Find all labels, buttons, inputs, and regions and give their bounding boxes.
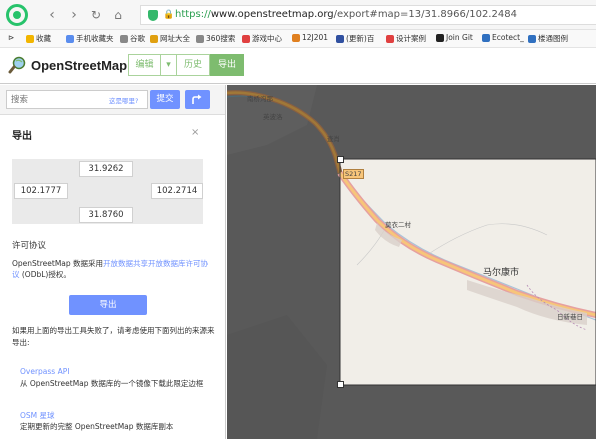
search-bar: 这是哪里? 提交 <box>0 85 225 115</box>
bookmark-label: Join Git <box>446 33 473 42</box>
sidebar: 这是哪里? 提交 导出 × 31.9262 102.1777 102.2714 … <box>0 85 226 439</box>
bookmarks-bar: ⊳ 收藏 手机收藏夹 谷歌 网址大全 360搜索 游戏中心 12J201 (更新)百 设计案例 J… <box>0 30 596 48</box>
globe-icon <box>150 34 158 43</box>
bookmark-item[interactable]: 收藏 <box>26 33 51 44</box>
bookmark-item[interactable]: (更新)百 <box>336 33 374 44</box>
map-town-label: 马尔康市 <box>483 268 520 278</box>
export-button[interactable]: 导出 <box>69 295 147 315</box>
bookmark-label: (更新)百 <box>346 34 375 43</box>
map-canvas <box>227 85 596 439</box>
browser-logo-icon[interactable] <box>6 4 28 26</box>
url-text[interactable]: https://www.openstreetmap.org/export#map… <box>175 9 517 20</box>
osm-planet-link[interactable]: OSM 星球 <box>20 410 55 421</box>
map-view[interactable]: 南桥沟那 英波洛 查肖 S217 莫衣二村 马尔康市 日新巷日 <box>227 85 596 439</box>
tab-export[interactable]: 导出 <box>210 54 244 76</box>
osm-magnifier-logo-icon[interactable] <box>8 56 26 74</box>
bookmark-item[interactable]: 设计案例 <box>386 33 426 44</box>
license-heading: 许可协议 <box>12 241 47 251</box>
phone-icon <box>66 34 74 43</box>
overpass-api-link[interactable]: Overpass API <box>20 367 69 376</box>
page-icon <box>292 33 300 42</box>
home-icon[interactable]: ⌂ <box>110 7 126 23</box>
west-coordinate-input[interactable]: 102.1777 <box>14 183 68 199</box>
north-coordinate-input[interactable]: 31.9262 <box>79 161 133 177</box>
selection-corner-handle[interactable] <box>337 156 344 163</box>
edit-dropdown-chevron-icon[interactable]: ▾ <box>161 54 177 76</box>
reload-icon[interactable]: ↻ <box>88 7 104 23</box>
bookmark-item[interactable]: 360搜索 <box>196 33 235 44</box>
close-icon[interactable]: × <box>191 127 199 138</box>
bookmark-item[interactable]: Ecotect_ <box>482 33 524 42</box>
bookmark-item[interactable]: Join Git <box>436 33 473 42</box>
game-icon <box>242 34 250 43</box>
bookmarks-toggle-icon[interactable]: ⊳ <box>8 33 14 42</box>
osm-planet-description: 定期更新的完整 OpenStreetMap 数据库副本 <box>20 422 174 431</box>
star-icon <box>26 34 34 43</box>
forward-icon[interactable]: › <box>66 7 82 23</box>
bookmark-item[interactable]: 楼通图例 <box>528 33 568 44</box>
bookmark-label: Ecotect_ <box>492 33 524 42</box>
map-place-label: 查肖 <box>327 135 340 143</box>
bookmark-label: 楼通图例 <box>538 34 568 43</box>
site-title[interactable]: OpenStreetMap <box>31 58 127 73</box>
bounding-box-inputs: 31.9262 102.1777 102.2714 31.8760 <box>12 159 203 224</box>
fallback-sources-text: 如果用上面的导出工具失败了，请考虑使用下面列出的来源来导出: <box>12 326 215 347</box>
page-icon <box>196 34 204 43</box>
shield-icon <box>148 10 158 21</box>
selection-corner-handle[interactable] <box>337 381 344 388</box>
gear-icon <box>482 33 490 42</box>
overpass-api-description: 从 OpenStreetMap 数据库的一个镜像下载此限定边框 <box>20 379 204 388</box>
site-header: OpenStreetMap 编辑 ▾ 历史 导出 <box>0 48 596 84</box>
github-icon <box>436 33 444 42</box>
bookmark-label: 设计案例 <box>396 34 426 43</box>
map-place-label: 日新巷日 <box>557 313 583 321</box>
gear-icon <box>528 34 536 43</box>
design-icon <box>386 34 394 43</box>
road-shield-label: S217 <box>343 169 364 179</box>
page-icon <box>336 34 344 43</box>
map-place-label: 英波洛 <box>263 113 283 121</box>
bookmark-label: 谷歌 <box>130 34 145 43</box>
tab-history[interactable]: 历史 <box>177 54 210 76</box>
map-place-label: 莫衣二村 <box>385 221 411 229</box>
bookmark-item[interactable]: 手机收藏夹 <box>66 33 114 44</box>
south-coordinate-input[interactable]: 31.8760 <box>79 207 133 223</box>
directions-arrow-icon <box>192 94 202 104</box>
license-text: OpenStreetMap 数据采用开放数据共享开放数据库许可协议 (ODbL)… <box>12 259 209 279</box>
directions-button[interactable] <box>185 90 210 109</box>
lock-icon: 🔒 <box>163 10 175 20</box>
header-tabs: 编辑 ▾ 历史 导出 <box>128 54 244 76</box>
bookmark-item[interactable]: 12J201 <box>292 33 328 42</box>
east-coordinate-input[interactable]: 102.2714 <box>151 183 203 199</box>
bookmark-item[interactable]: 谷歌 <box>120 33 145 44</box>
bookmark-label: 游戏中心 <box>252 34 282 43</box>
bookmark-item[interactable]: 游戏中心 <box>242 33 282 44</box>
address-bar[interactable]: 🔒 https://www.openstreetmap.org/export#m… <box>140 5 596 25</box>
export-panel-title: 导出 <box>12 131 32 142</box>
tab-edit[interactable]: 编辑 <box>128 54 161 76</box>
bookmark-label: 手机收藏夹 <box>76 34 114 43</box>
browser-toolbar: ‹ › ↻ ⌂ 🔒 https://www.openstreetmap.org/… <box>0 0 596 30</box>
bookmark-label: 收藏 <box>36 34 51 43</box>
bookmark-label: 12J201 <box>302 33 329 42</box>
page-icon <box>120 34 128 43</box>
bookmark-label: 360搜索 <box>206 34 236 43</box>
bookmark-item[interactable]: 网址大全 <box>150 33 190 44</box>
map-place-label: 南桥沟那 <box>247 95 273 103</box>
search-submit-button[interactable]: 提交 <box>150 90 180 109</box>
bookmark-label: 网址大全 <box>160 34 190 43</box>
back-icon[interactable]: ‹ <box>44 7 60 23</box>
where-is-this-link[interactable]: 这是哪里? <box>109 95 138 105</box>
